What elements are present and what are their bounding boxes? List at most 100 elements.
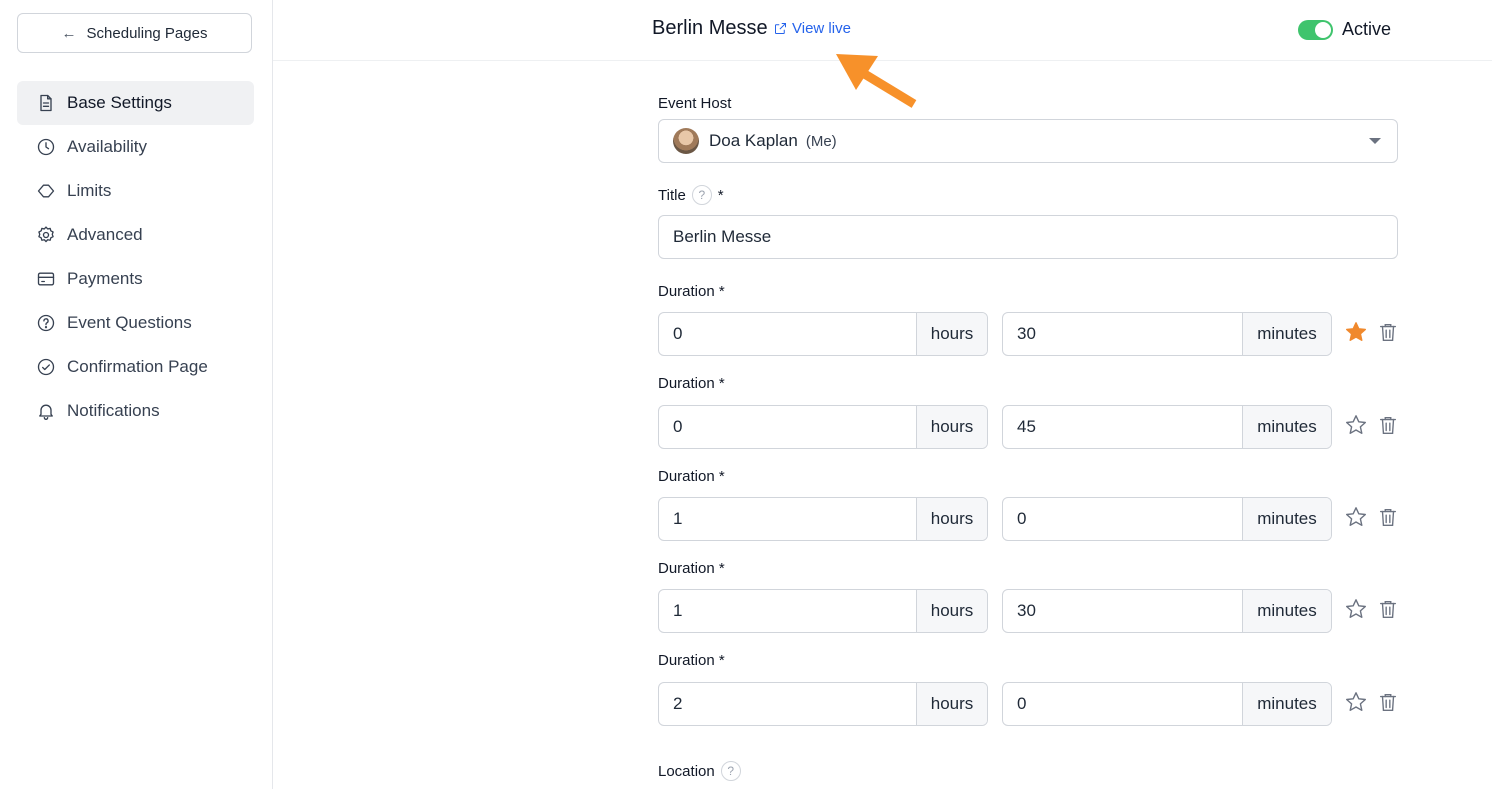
- external-link-icon: [775, 23, 786, 34]
- star-icon[interactable]: [1344, 413, 1368, 437]
- minutes-input[interactable]: 30: [1003, 313, 1242, 355]
- required-marker: *: [717, 186, 724, 204]
- event-host-label-text: Event Host: [658, 95, 732, 112]
- host-me-tag: (Me): [805, 132, 837, 150]
- duration-row: 0 hours 30 minutes: [658, 312, 1398, 356]
- duration-row: 2 hours 0 minutes: [658, 682, 1398, 726]
- sidebar-item-label: Event Questions: [67, 313, 192, 332]
- arrow-left-icon: ←: [61, 24, 77, 42]
- minutes-unit: minutes: [1242, 683, 1331, 725]
- sidebar-item-availability[interactable]: Availability: [17, 125, 254, 169]
- check-circle-icon: [35, 356, 57, 378]
- hours-input[interactable]: 1: [659, 590, 916, 632]
- sidebar-item-confirmation-page[interactable]: Confirmation Page: [17, 345, 254, 389]
- trash-icon[interactable]: [1377, 690, 1399, 714]
- hours-unit: hours: [916, 406, 987, 448]
- star-icon[interactable]: [1344, 690, 1368, 714]
- hours-input-group: 0 hours: [658, 405, 988, 449]
- back-button-label: Scheduling Pages: [86, 24, 208, 42]
- hours-unit: hours: [916, 590, 987, 632]
- minutes-unit: minutes: [1242, 406, 1331, 448]
- sidebar-nav: Base Settings Availability Limits Advanc…: [17, 81, 254, 433]
- sidebar-item-label: Limits: [67, 181, 112, 200]
- duration-label: Duration *: [658, 560, 725, 577]
- minutes-input-group: 45 minutes: [1002, 405, 1332, 449]
- sidebar-item-payments[interactable]: Payments: [17, 257, 254, 301]
- duration-label: Duration *: [658, 375, 725, 392]
- sidebar-item-label: Confirmation Page: [67, 357, 208, 376]
- card-icon: [35, 268, 57, 290]
- duration-label: Duration *: [658, 652, 725, 669]
- view-live-link[interactable]: View live: [773, 20, 851, 37]
- duration-row: 1 hours 30 minutes: [658, 589, 1398, 633]
- hours-input[interactable]: 2: [659, 683, 916, 725]
- sidebar-item-label: Availability: [67, 137, 148, 156]
- sidebar-item-notifications[interactable]: Notifications: [17, 389, 254, 433]
- minutes-input[interactable]: 0: [1003, 498, 1242, 540]
- help-icon[interactable]: ?: [691, 185, 712, 205]
- duration-label: Duration *: [658, 283, 725, 300]
- annotation-arrow-icon: [836, 54, 917, 108]
- limits-icon: [35, 180, 57, 202]
- sidebar-item-label: Base Settings: [67, 93, 172, 112]
- sidebar-item-advanced[interactable]: Advanced: [17, 213, 254, 257]
- star-icon[interactable]: [1344, 505, 1368, 529]
- hours-input[interactable]: 0: [659, 313, 916, 355]
- minutes-input-group: 0 minutes: [1002, 497, 1332, 541]
- minutes-input-group: 0 minutes: [1002, 682, 1332, 726]
- duration-label: Duration *: [658, 468, 725, 485]
- sidebar-item-label: Advanced: [67, 225, 143, 244]
- location-label-text: Location: [658, 762, 715, 780]
- active-toggle-label: Active: [1342, 19, 1392, 39]
- back-to-scheduling-pages-button[interactable]: ← Scheduling Pages: [17, 13, 252, 53]
- title-label: Title ? *: [658, 185, 724, 205]
- sidebar: ← Scheduling Pages Base Settings Availab…: [0, 0, 273, 789]
- minutes-unit: minutes: [1242, 590, 1331, 632]
- event-host-label: Event Host: [658, 95, 731, 112]
- minutes-unit: minutes: [1242, 313, 1331, 355]
- minutes-input-group: 30 minutes: [1002, 589, 1332, 633]
- hours-unit: hours: [916, 498, 987, 540]
- sidebar-item-limits[interactable]: Limits: [17, 169, 254, 213]
- sidebar-item-label: Payments: [67, 269, 143, 288]
- active-toggle[interactable]: [1298, 20, 1333, 40]
- help-icon[interactable]: ?: [720, 761, 741, 781]
- trash-icon[interactable]: [1377, 505, 1399, 529]
- bell-icon: [35, 400, 57, 422]
- trash-icon[interactable]: [1377, 413, 1399, 437]
- duration-row: 0 hours 45 minutes: [658, 405, 1398, 449]
- trash-icon[interactable]: [1377, 320, 1399, 344]
- hours-input-group: 2 hours: [658, 682, 988, 726]
- avatar: [673, 128, 699, 154]
- host-name: Doa Kaplan: [709, 131, 798, 150]
- sidebar-item-event-questions[interactable]: Event Questions: [17, 301, 254, 345]
- toggle-knob: [1315, 22, 1331, 38]
- chevron-down-icon: [1369, 138, 1381, 144]
- hours-input[interactable]: 0: [659, 406, 916, 448]
- title-label-text: Title: [658, 186, 686, 204]
- clock-icon: [35, 136, 57, 158]
- hours-unit: hours: [916, 683, 987, 725]
- gear-icon: [35, 224, 57, 246]
- title-input[interactable]: [658, 215, 1398, 259]
- view-live-label: View live: [792, 20, 851, 37]
- trash-icon[interactable]: [1377, 597, 1399, 621]
- hours-unit: hours: [916, 313, 987, 355]
- sidebar-item-base-settings[interactable]: Base Settings: [17, 81, 254, 125]
- minutes-input[interactable]: 30: [1003, 590, 1242, 632]
- minutes-unit: minutes: [1242, 498, 1331, 540]
- sidebar-item-label: Notifications: [67, 401, 160, 420]
- star-icon[interactable]: [1344, 597, 1368, 621]
- minutes-input[interactable]: 45: [1003, 406, 1242, 448]
- duration-row: 1 hours 0 minutes: [658, 497, 1398, 541]
- question-icon: [35, 312, 57, 334]
- minutes-input[interactable]: 0: [1003, 683, 1242, 725]
- star-filled-icon[interactable]: [1344, 320, 1368, 344]
- location-label: Location ?: [658, 761, 741, 781]
- hours-input-group: 1 hours: [658, 589, 988, 633]
- hours-input[interactable]: 1: [659, 498, 916, 540]
- hours-input-group: 0 hours: [658, 312, 988, 356]
- event-host-select[interactable]: Doa Kaplan (Me): [658, 119, 1398, 163]
- document-icon: [35, 92, 57, 114]
- minutes-input-group: 30 minutes: [1002, 312, 1332, 356]
